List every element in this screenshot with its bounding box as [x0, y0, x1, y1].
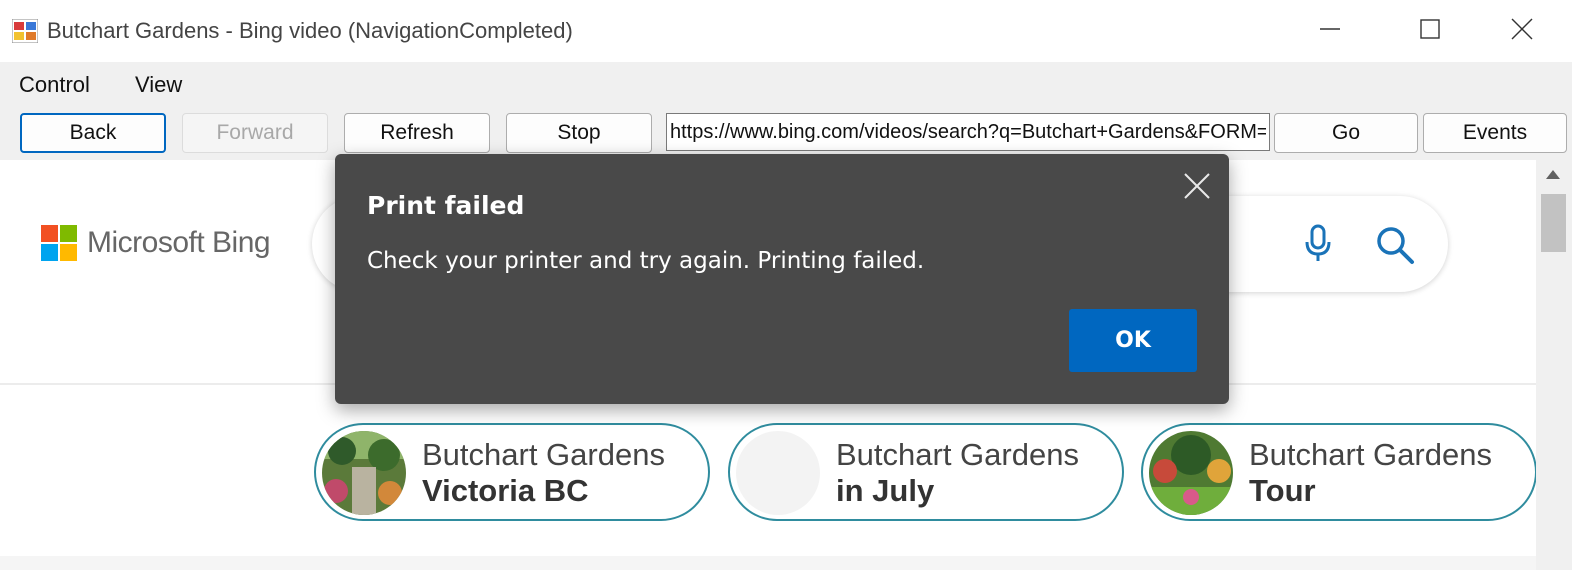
chip-title: Butchart Gardens	[836, 437, 1079, 472]
title-bar: Butchart Gardens - Bing video (Navigatio…	[0, 0, 1572, 62]
ok-button[interactable]: OK	[1069, 309, 1197, 372]
bing-logo-text: Microsoft Bing	[87, 226, 271, 259]
dialog-message: Check your printer and try again. Printi…	[367, 248, 925, 274]
close-icon	[1511, 18, 1533, 40]
window-title: Butchart Gardens - Bing video (Navigatio…	[47, 18, 573, 43]
events-button[interactable]: Events	[1423, 113, 1567, 153]
dialog-title: Print failed	[367, 191, 525, 220]
chip-thumbnail	[322, 431, 406, 515]
print-failed-dialog: Print failed Check your printer and try …	[335, 154, 1229, 404]
maximize-button[interactable]	[1400, 6, 1460, 52]
vertical-scrollbar[interactable]	[1536, 160, 1572, 570]
app-icon	[12, 19, 38, 43]
related-search-chip[interactable]: Butchart Gardens Victoria BC	[314, 423, 710, 521]
scroll-up-arrow-icon[interactable]	[1546, 170, 1560, 179]
back-button[interactable]: Back	[20, 113, 166, 153]
scroll-thumb[interactable]	[1541, 194, 1566, 252]
menu-bar: Control View	[0, 62, 1572, 106]
chip-title: Butchart Gardens	[422, 437, 665, 472]
close-icon[interactable]	[1181, 170, 1213, 202]
url-input[interactable]	[666, 113, 1270, 151]
chip-thumbnail	[1149, 431, 1233, 515]
close-window-button[interactable]	[1492, 6, 1552, 52]
microsoft-logo-icon	[41, 225, 77, 261]
maximize-icon	[1420, 19, 1440, 39]
forward-button[interactable]: Forward	[182, 113, 328, 153]
chip-subtitle: Victoria BC	[422, 473, 589, 508]
menu-view[interactable]: View	[135, 72, 182, 98]
minimize-button[interactable]	[1300, 6, 1360, 52]
search-icon[interactable]	[1374, 224, 1416, 266]
content-bottom-strip	[0, 556, 1536, 570]
chip-subtitle: in July	[836, 473, 935, 508]
related-search-chip[interactable]: Butchart Gardens Tour	[1141, 423, 1537, 521]
minimize-icon	[1320, 28, 1340, 30]
stop-button[interactable]: Stop	[506, 113, 652, 153]
chip-title: Butchart Gardens	[1249, 437, 1492, 472]
navigation-toolbar: Back Forward Refresh Stop Go Events	[0, 106, 1572, 160]
go-button[interactable]: Go	[1274, 113, 1418, 153]
refresh-button[interactable]: Refresh	[344, 113, 490, 153]
related-search-chip[interactable]: Butchart Gardens in July	[728, 423, 1124, 521]
chip-thumbnail	[736, 431, 820, 515]
menu-control[interactable]: Control	[19, 72, 90, 98]
bing-logo[interactable]: Microsoft Bing	[41, 225, 271, 261]
chip-subtitle: Tour	[1249, 473, 1316, 508]
microphone-icon[interactable]	[1303, 224, 1333, 264]
